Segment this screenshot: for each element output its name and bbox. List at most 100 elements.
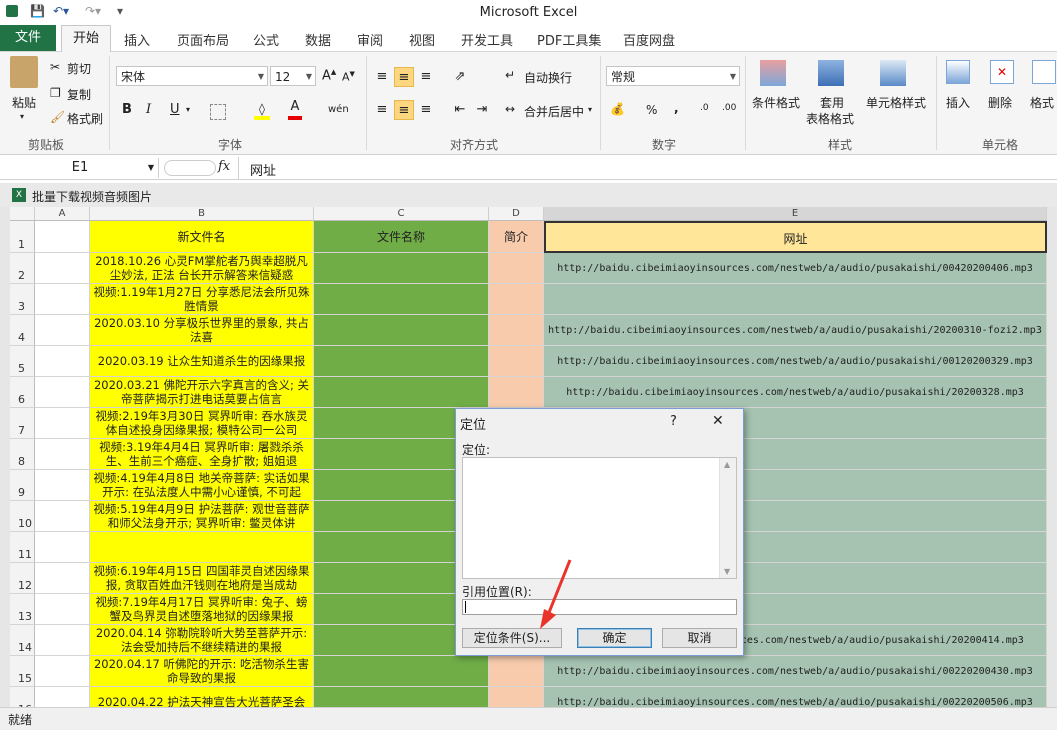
format-painter-button[interactable]: 格式刷 xyxy=(67,110,103,127)
cell-b[interactable]: 视频:2.19年3月30日 冥界听审: 吞水族灵体自述投身因缘果报; 模特公司一… xyxy=(90,408,314,439)
cell-a[interactable] xyxy=(35,687,90,707)
cell-e[interactable]: http://baidu.cibeimiaoyinsources.com/nes… xyxy=(544,253,1047,284)
increase-indent-icon[interactable]: ⇥ xyxy=(472,100,492,120)
cell-b[interactable]: 视频:1.19年1月27日 分享悉尼法会所见殊胜情景 xyxy=(90,284,314,315)
reference-input[interactable] xyxy=(462,599,737,615)
cell-e[interactable]: http://baidu.cibeimiaoyinsources.com/nes… xyxy=(544,377,1047,408)
tab-review[interactable]: 审阅 xyxy=(357,30,383,49)
paste-button[interactable]: 粘贴 xyxy=(12,94,36,111)
formula-bar-resize-handle[interactable] xyxy=(164,160,216,176)
font-name-select[interactable]: 宋体 ▼ xyxy=(116,66,268,86)
tab-baidu-netdisk[interactable]: 百度网盘 xyxy=(623,30,675,49)
cell-c[interactable] xyxy=(314,253,489,284)
cell-a[interactable] xyxy=(35,470,90,501)
cell-b[interactable]: 视频:6.19年4月15日 四国菲灵自述因缘果报, 贪取百姓血汗钱则在地府是当成… xyxy=(90,563,314,594)
decrease-indent-icon[interactable]: ⇤ xyxy=(450,100,470,120)
cell-b[interactable]: 新文件名 xyxy=(90,221,314,253)
percent-button[interactable]: % xyxy=(646,103,657,117)
tab-data[interactable]: 数据 xyxy=(305,30,331,49)
help-button[interactable]: ? xyxy=(670,414,677,429)
font-color-icon[interactable]: A xyxy=(288,100,302,120)
cell-a[interactable] xyxy=(35,377,90,408)
align-top-icon[interactable]: ≡ xyxy=(372,67,392,87)
insert-function-button[interactable]: fx xyxy=(218,159,230,174)
ok-button[interactable]: 确定 xyxy=(577,628,652,648)
underline-dropdown-icon[interactable]: ▾ xyxy=(186,105,190,114)
row-header[interactable]: 14 xyxy=(10,625,35,656)
merge-dropdown-icon[interactable]: ▾ xyxy=(588,105,592,114)
tab-home[interactable]: 开始 xyxy=(61,25,111,52)
delete-cells-icon[interactable]: ✕ xyxy=(990,60,1014,84)
cell-a[interactable] xyxy=(35,532,90,563)
cell-styles-icon[interactable] xyxy=(880,60,906,86)
cell-b[interactable]: 2020.03.21 佛陀开示六字真言的含义; 关帝菩萨揭示打进电话莫要占信言 xyxy=(90,377,314,408)
cell-d[interactable] xyxy=(489,253,544,284)
copy-icon[interactable]: ❐ xyxy=(50,86,61,100)
formula-input[interactable]: 网址 xyxy=(250,160,276,179)
name-box[interactable]: E1 ▼ xyxy=(2,158,159,178)
cell-b[interactable]: 视频:4.19年4月8日 地关帝菩萨: 实话如果开示: 在弘法度人中需小心谨慎,… xyxy=(90,470,314,501)
align-right-icon[interactable]: ≡ xyxy=(416,100,436,120)
align-bottom-icon[interactable]: ≡ xyxy=(416,67,436,87)
cell-b[interactable]: 视频:5.19年4月9日 护法菩萨: 观世音菩萨和师父法身开示; 冥界听审: 鳖… xyxy=(90,501,314,532)
cell-c[interactable]: 文件名称 xyxy=(314,221,489,253)
decrease-font-icon[interactable]: A▼ xyxy=(342,70,355,84)
insert-cells-button[interactable]: 插入 xyxy=(946,94,970,111)
cell-d[interactable]: 简介 xyxy=(489,221,544,253)
cell-styles-button[interactable]: 单元格样式 xyxy=(866,94,926,111)
orientation-icon[interactable]: ⇗ xyxy=(450,67,470,87)
column-header-b[interactable]: B xyxy=(90,207,314,221)
cell-d[interactable] xyxy=(489,377,544,408)
cell-b[interactable] xyxy=(90,532,314,563)
format-as-table-label-1[interactable]: 套用 xyxy=(820,94,844,111)
comma-button[interactable]: , xyxy=(674,101,679,115)
cell-e[interactable]: http://baidu.cibeimiaoyinsources.com/nes… xyxy=(544,346,1047,377)
cell-e[interactable]: http://baidu.cibeimiaoyinsources.com/nes… xyxy=(544,315,1047,346)
row-header[interactable]: 7 xyxy=(10,408,35,439)
cell-a[interactable] xyxy=(35,221,90,253)
paste-dropdown-icon[interactable]: ▾ xyxy=(20,112,24,121)
font-size-select[interactable]: 12 ▼ xyxy=(270,66,316,86)
cell-b[interactable]: 2020.04.17 听佛陀的开示: 吃活物杀生害命导致的果报 xyxy=(90,656,314,687)
decrease-decimal-icon[interactable]: .00 xyxy=(722,103,736,113)
delete-cells-button[interactable]: 删除 xyxy=(988,94,1012,111)
list-scrollbar[interactable]: ▲ ▼ xyxy=(719,458,736,578)
row-header[interactable]: 2 xyxy=(10,253,35,284)
row-header[interactable]: 1 xyxy=(10,221,35,253)
scroll-up-icon[interactable]: ▲ xyxy=(724,460,730,469)
conditional-format-button[interactable]: 条件格式 xyxy=(752,94,800,111)
row-header[interactable]: 13 xyxy=(10,594,35,625)
cell-d[interactable] xyxy=(489,656,544,687)
cell-a[interactable] xyxy=(35,253,90,284)
format-as-table-label-2[interactable]: 表格格式 xyxy=(806,110,854,127)
cell-b[interactable]: 2018.10.26 心灵FM掌舵者乃舆幸超脱凡尘妙法, 正法 台长开示解答来信… xyxy=(90,253,314,284)
format-painter-icon[interactable]: 🖌 xyxy=(50,110,65,124)
wrap-text-icon[interactable]: ↵ xyxy=(505,68,515,82)
cell-e[interactable] xyxy=(544,284,1047,315)
row-header[interactable]: 5 xyxy=(10,346,35,377)
cell-a[interactable] xyxy=(35,656,90,687)
column-header-d[interactable]: D xyxy=(489,207,544,221)
tab-file[interactable]: 文件 xyxy=(0,25,56,51)
cell-e[interactable]: 网址 xyxy=(544,221,1047,253)
cell-e[interactable]: http://baidu.cibeimiaoyinsources.com/nes… xyxy=(544,687,1047,707)
merge-center-button[interactable]: 合并后居中 xyxy=(524,103,584,120)
conditional-format-icon[interactable] xyxy=(760,60,786,86)
cell-c[interactable] xyxy=(314,346,489,377)
cell-d[interactable] xyxy=(489,346,544,377)
copy-button[interactable]: 复制 xyxy=(67,86,91,103)
accounting-format-icon[interactable]: 💰 xyxy=(610,102,625,116)
cut-button[interactable]: 剪切 xyxy=(67,60,91,77)
cell-e[interactable]: http://baidu.cibeimiaoyinsources.com/nes… xyxy=(544,656,1047,687)
close-button[interactable]: ✕ xyxy=(712,413,724,429)
borders-icon[interactable] xyxy=(210,104,226,120)
tab-insert[interactable]: 插入 xyxy=(124,30,150,49)
cell-d[interactable] xyxy=(489,284,544,315)
column-header-c[interactable]: C xyxy=(314,207,489,221)
format-as-table-icon[interactable] xyxy=(818,60,844,86)
format-cells-icon[interactable] xyxy=(1032,60,1056,84)
cell-c[interactable] xyxy=(314,687,489,707)
wrap-text-button[interactable]: 自动换行 xyxy=(524,69,572,86)
select-all-corner[interactable] xyxy=(10,207,35,221)
cell-d[interactable] xyxy=(489,687,544,707)
